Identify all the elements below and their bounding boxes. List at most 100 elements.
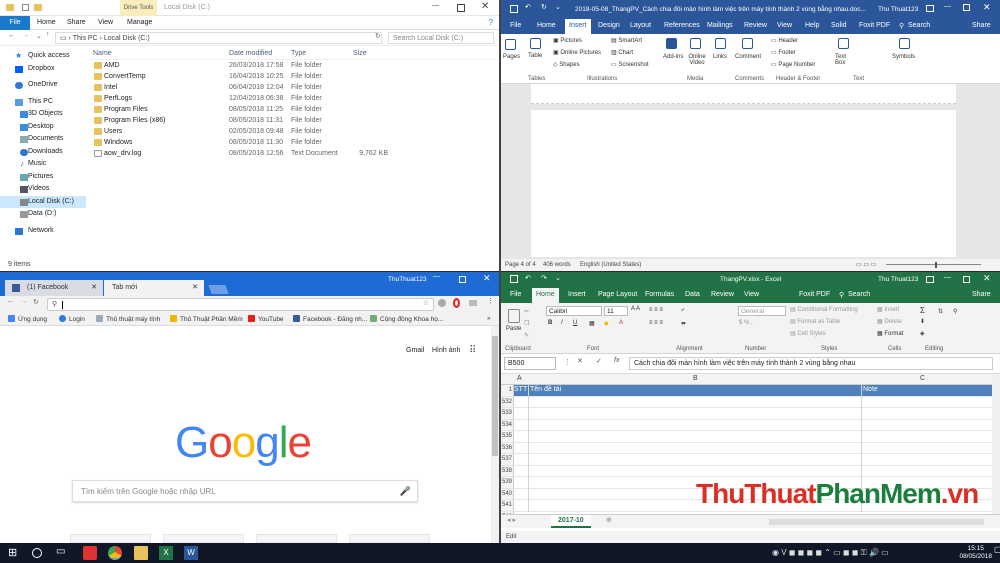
file-row[interactable]: Windows 08/05/2018 11:30 File folder xyxy=(89,137,494,148)
search-icon[interactable]: ⚲ xyxy=(839,291,844,299)
tab-view[interactable]: View xyxy=(777,22,792,29)
sheet-tab[interactable]: 2017-10 xyxy=(551,515,591,528)
number-format-select[interactable]: General xyxy=(738,306,786,316)
symbols-button[interactable]: Symbols xyxy=(892,54,915,60)
find-select-icon[interactable]: ⚲ xyxy=(953,308,957,315)
align-left-icon[interactable]: ≡ ≡ ≡ xyxy=(649,320,663,326)
microphone-icon[interactable]: 🎤 xyxy=(400,481,411,502)
footer-button[interactable]: ▭ Footer xyxy=(771,49,796,56)
windows-start-icon[interactable]: ⊞ xyxy=(8,546,22,560)
address-input[interactable]: ▭ › This PC › Local Disk (C:) xyxy=(55,32,382,44)
row-header[interactable]: 537 xyxy=(501,454,514,465)
clock[interactable]: 15:15 08/05/2018 xyxy=(959,545,992,561)
file-row[interactable]: Users 02/05/2018 09:48 File folder xyxy=(89,126,494,137)
row-header[interactable]: 533 xyxy=(501,408,514,419)
search-input[interactable]: Search Local Disk (C:) xyxy=(388,32,494,44)
breadcrumb-this-pc[interactable]: This PC xyxy=(73,35,98,42)
close-icon[interactable]: ✕ xyxy=(983,273,991,284)
forward-icon[interactable]: → xyxy=(20,298,27,305)
chrome-icon[interactable] xyxy=(108,546,122,560)
zoom-slider-thumb[interactable] xyxy=(935,262,937,268)
bookmark-login[interactable]: Login xyxy=(59,315,85,323)
undo-icon[interactable]: ↶ xyxy=(525,3,531,11)
column-date[interactable]: Date modified xyxy=(229,47,272,60)
up-icon[interactable]: ↑ xyxy=(46,31,50,38)
row-header[interactable]: 538 xyxy=(501,465,514,476)
bookmark-thu-thuat-may-tinh[interactable]: Thủ thuật máy tính xyxy=(96,315,160,323)
cast-icon[interactable] xyxy=(469,300,477,306)
breadcrumb-local-disk[interactable]: Local Disk (C:) xyxy=(104,35,150,42)
images-link[interactable]: Hình ảnh xyxy=(432,347,460,354)
pictures-button[interactable]: ▣ Pictures xyxy=(553,37,582,44)
reload-icon[interactable]: ↻ xyxy=(33,298,39,306)
file-row[interactable]: ConvertTemp 16/04/2018 10:25 File folder xyxy=(89,71,494,82)
view-icons[interactable]: ▭ ▭ ▭ xyxy=(856,259,876,271)
column-type[interactable]: Type xyxy=(291,47,306,60)
bookmark-star-icon[interactable]: ☆ xyxy=(423,299,429,307)
new-tab-button[interactable] xyxy=(208,285,229,294)
page-number-button[interactable]: ▭ Page Number xyxy=(771,61,815,68)
nav-desktop[interactable]: Desktop xyxy=(0,121,86,134)
addins-button[interactable]: Add-ins xyxy=(663,54,683,60)
column-size[interactable]: Size xyxy=(353,47,367,60)
file-explorer-icon[interactable] xyxy=(134,546,148,560)
tab-layout[interactable]: Layout xyxy=(630,22,651,29)
column-header-b[interactable]: B xyxy=(693,375,698,382)
paste-button[interactable]: Paste xyxy=(506,326,521,332)
row-header[interactable]: 541 xyxy=(501,500,514,511)
vertical-scrollbar[interactable] xyxy=(991,84,1000,259)
file-row[interactable]: Intel 06/04/2018 12:04 File folder xyxy=(89,82,494,93)
nav-documents[interactable]: Documents xyxy=(0,133,86,146)
refresh-icon[interactable]: ↻ xyxy=(375,32,381,40)
sheet-row[interactable]: 534 xyxy=(501,419,1000,431)
tab-review[interactable]: Review xyxy=(711,291,734,298)
cancel-icon[interactable]: ✕ xyxy=(577,357,583,365)
conditional-formatting-button[interactable]: ▤ Conditional Formatting xyxy=(790,306,858,313)
file-row[interactable]: PerfLogs 12/04/2018 06:38 File folder xyxy=(89,93,494,104)
cell-b1[interactable]: Tên đề tài xyxy=(530,386,561,393)
close-icon[interactable]: ✕ xyxy=(983,2,991,13)
enter-icon[interactable]: ✓ xyxy=(596,357,602,365)
nav-pictures[interactable]: Pictures xyxy=(0,171,86,184)
tray-icons[interactable]: ◉ V ◼ ◼ ◼ ◼ ⌃ ▭ ◼ ◼ ⚿ 🔊 ▭ xyxy=(772,548,889,558)
row-header[interactable]: 536 xyxy=(501,442,514,453)
comment-button[interactable]: Comment xyxy=(735,54,761,60)
notification-icon[interactable]: ▢ xyxy=(994,545,1000,561)
tile[interactable] xyxy=(70,534,151,543)
tab-insert[interactable]: Insert xyxy=(565,19,591,34)
save-icon[interactable] xyxy=(510,5,518,13)
nav-dropbox[interactable]: Dropbox xyxy=(0,63,86,76)
excel-icon[interactable]: X xyxy=(159,546,173,560)
ribbon-display-icon[interactable] xyxy=(926,276,934,283)
word-icon[interactable]: W xyxy=(184,546,198,560)
formula-input[interactable]: Cách chia đôi màn hình làm việc trên máy… xyxy=(629,357,993,370)
tell-me-search[interactable]: Search xyxy=(908,22,930,29)
back-icon[interactable]: ← xyxy=(8,32,15,39)
tab-solid[interactable]: Solid xyxy=(831,22,847,29)
row-header[interactable]: 540 xyxy=(501,488,514,499)
delete-cells-button[interactable]: ▦ Delete xyxy=(877,318,902,325)
bookmark-facebook[interactable]: Facebook - Đăng nh... xyxy=(293,315,367,323)
forward-icon[interactable]: → xyxy=(22,32,29,39)
italic-icon[interactable]: I xyxy=(561,320,563,326)
sheet-row[interactable]: 532 xyxy=(501,396,1000,408)
maximize-icon[interactable] xyxy=(963,276,970,283)
row-header[interactable]: 532 xyxy=(501,396,514,407)
extension-icon[interactable] xyxy=(438,299,446,307)
file-row[interactable]: aow_drv.log 08/05/2018 12:56 Text Document… xyxy=(89,148,494,159)
format-cells-button[interactable]: ▦ Format xyxy=(877,330,903,337)
help-icon[interactable]: ? xyxy=(489,18,493,27)
fill-color-icon[interactable]: ◆ xyxy=(604,320,609,327)
maximize-icon[interactable] xyxy=(459,276,466,283)
online-pictures-button[interactable]: ▣ Online Pictures xyxy=(553,49,601,56)
undo-icon[interactable]: ↶ xyxy=(525,274,531,282)
nav-music[interactable]: ♪ Music xyxy=(0,158,86,171)
close-tab-icon[interactable]: ✕ xyxy=(91,280,97,296)
increase-font-icon[interactable]: A A xyxy=(631,306,640,312)
pages-button[interactable]: Pages xyxy=(503,54,520,60)
menu-icon[interactable]: ⋮ xyxy=(487,297,494,305)
tab-foxit-pdf[interactable]: Foxit PDF xyxy=(859,22,890,29)
font-size-select[interactable]: 11 xyxy=(604,306,628,316)
apps-grid-icon[interactable]: ⠿ xyxy=(469,345,476,356)
tab-foxit-pdf[interactable]: Foxit PDF xyxy=(799,291,830,298)
